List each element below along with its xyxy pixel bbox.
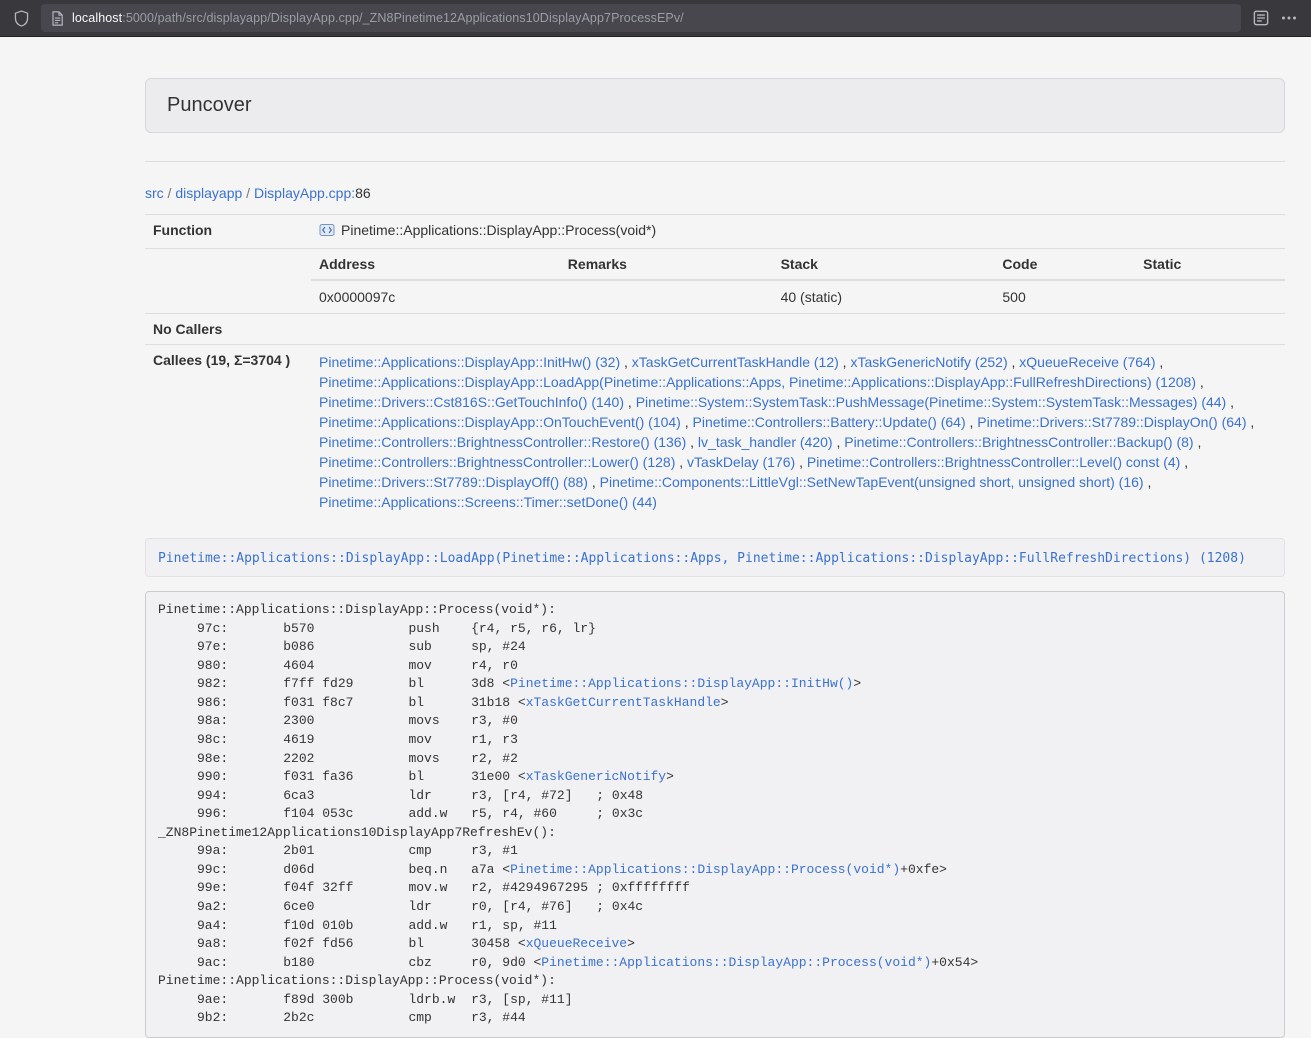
url-bar[interactable]: localhost:5000/path/src/displayapp/Displ… [41, 4, 1241, 32]
page-icon [51, 11, 64, 26]
stats-column-header: Code [994, 249, 1135, 280]
stats-column-header: Remarks [560, 249, 773, 280]
breadcrumb-link[interactable]: DisplayApp.cpp: [254, 185, 355, 201]
stats-value: 40 (static) [773, 280, 995, 313]
url-path: :5000/path/src/displayapp/DisplayApp.cpp… [122, 11, 684, 25]
stats-column-header: Address [311, 249, 560, 280]
stats-column-header: Static [1135, 249, 1285, 280]
callee-link[interactable]: Pinetime::Controllers::BrightnessControl… [807, 454, 1180, 470]
stats-column-header: Stack [773, 249, 995, 280]
no-callers-row: No Callers [145, 314, 1285, 345]
function-row: Function Pinetime::Applications::Display… [145, 215, 1285, 249]
callee-link[interactable]: Pinetime::Drivers::Cst816S::GetTouchInfo… [319, 394, 624, 410]
callee-link[interactable]: vTaskDelay (176) [687, 454, 795, 470]
breadcrumb-separator: / [164, 185, 176, 201]
callees-row: Callees (19, Σ=3704 ) Pinetime::Applicat… [145, 345, 1285, 520]
stats-value [560, 280, 773, 313]
callee-link[interactable]: Pinetime::Controllers::BrightnessControl… [844, 434, 1193, 450]
callee-link[interactable]: xTaskGetCurrentTaskHandle (12) [632, 354, 839, 370]
stats-row: AddressRemarksStackCodeStatic 0x0000097c… [145, 249, 1285, 314]
site-header: Puncover [145, 78, 1285, 133]
callee-link[interactable]: Pinetime::Drivers::St7789::DisplayOff() … [319, 474, 588, 490]
function-name: Pinetime::Applications::DisplayApp::Proc… [341, 222, 656, 238]
menu-icon[interactable] [1281, 11, 1297, 25]
stats-value: 0x0000097c [311, 280, 560, 313]
page-title: Puncover [167, 94, 1263, 117]
callee-link[interactable]: Pinetime::Applications::DisplayApp::Init… [319, 354, 620, 370]
function-table: Function Pinetime::Applications::Display… [145, 214, 1285, 519]
url-host: localhost [72, 11, 122, 25]
callee-link[interactable]: Pinetime::Controllers::BrightnessControl… [319, 434, 686, 450]
page-content: Puncover src / displayapp / DisplayApp.c… [0, 78, 1311, 1038]
disassembly-symbol-link[interactable]: xQueueReceive [526, 936, 627, 951]
no-callers-label: No Callers [145, 314, 311, 345]
breadcrumb-line-number: 86 [355, 185, 371, 201]
stats-value [1135, 280, 1285, 313]
callee-link[interactable]: Pinetime::Controllers::BrightnessControl… [319, 454, 675, 470]
stats-value-row: 0x0000097c 40 (static)500 [311, 280, 1285, 313]
disassembly-symbol-link[interactable]: Pinetime::Applications::DisplayApp::Init… [510, 676, 853, 691]
callee-link[interactable]: Pinetime::System::SystemTask::PushMessag… [636, 394, 1227, 410]
callee-link[interactable]: xQueueReceive (764) [1019, 354, 1155, 370]
browser-toolbar: localhost:5000/path/src/displayapp/Displ… [0, 0, 1311, 37]
callee-link[interactable]: Pinetime::Applications::Screens::Timer::… [319, 494, 657, 510]
disassembly-symbol-link[interactable]: xTaskGetCurrentTaskHandle [526, 695, 721, 710]
breadcrumb: src / displayapp / DisplayApp.cpp:86 [145, 184, 1285, 203]
callee-link[interactable]: Pinetime::Applications::DisplayApp::OnTo… [319, 414, 681, 430]
breadcrumb-separator: / [242, 185, 254, 201]
reader-mode-icon[interactable] [1253, 10, 1269, 26]
stats-value: 500 [994, 280, 1135, 313]
callee-link[interactable]: xTaskGenericNotify (252) [850, 354, 1007, 370]
disassembly: Pinetime::Applications::DisplayApp::Proc… [145, 591, 1285, 1038]
breadcrumb-link[interactable]: displayapp [175, 185, 242, 201]
callee-link[interactable]: Pinetime::Controllers::Battery::Update()… [693, 414, 966, 430]
breadcrumb-link[interactable]: src [145, 185, 164, 201]
callee-link[interactable]: Pinetime::Drivers::St7789::DisplayOn() (… [977, 414, 1246, 430]
disassembly-code: Pinetime::Applications::DisplayApp::Proc… [158, 602, 978, 1025]
callee-link[interactable]: Pinetime::Components::LittleVgl::SetNewT… [600, 474, 1144, 490]
selected-symbol-box: Pinetime::Applications::DisplayApp::Load… [145, 538, 1285, 577]
callee-link[interactable]: Pinetime::Applications::DisplayApp::Load… [319, 374, 1196, 390]
stats-header-row: AddressRemarksStackCodeStatic [311, 249, 1285, 280]
stats-table: AddressRemarksStackCodeStatic 0x0000097c… [311, 249, 1285, 313]
url-text: localhost:5000/path/src/displayapp/Displ… [72, 11, 684, 25]
selected-symbol-link[interactable]: Pinetime::Applications::DisplayApp::Load… [158, 551, 1246, 566]
disassembly-symbol-link[interactable]: xTaskGenericNotify [526, 769, 666, 784]
divider [145, 161, 1285, 162]
shield-icon[interactable] [14, 10, 29, 27]
disassembly-symbol-link[interactable]: Pinetime::Applications::DisplayApp::Proc… [510, 862, 900, 877]
function-icon [319, 222, 335, 241]
callees-cell: Pinetime::Applications::DisplayApp::Init… [311, 345, 1285, 520]
callee-link[interactable]: lv_task_handler (420) [698, 434, 833, 450]
callees-label: Callees (19, Σ=3704 ) [145, 345, 311, 520]
function-row-label: Function [145, 215, 311, 249]
disassembly-symbol-link[interactable]: Pinetime::Applications::DisplayApp::Proc… [541, 955, 931, 970]
